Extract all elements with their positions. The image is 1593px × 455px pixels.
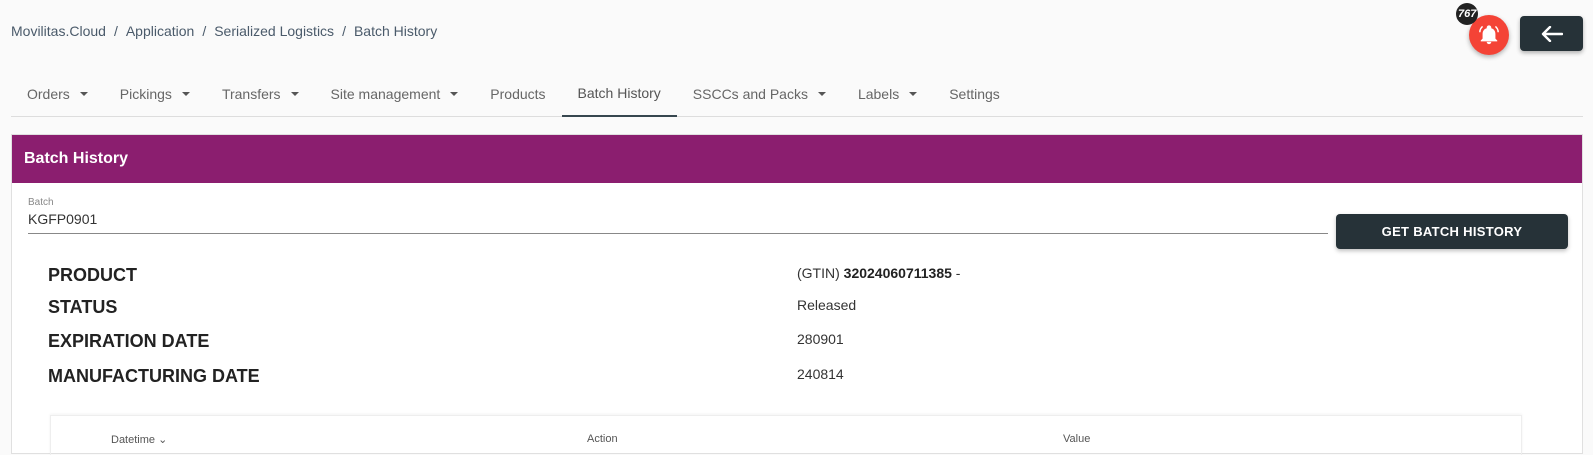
breadcrumb-separator: / xyxy=(202,23,207,39)
product-value: (GTIN) 32024060711385 - xyxy=(797,265,960,281)
caret-down-icon xyxy=(181,91,190,96)
breadcrumb-separator: / xyxy=(113,23,118,39)
caret-down-icon xyxy=(290,91,299,96)
breadcrumb-item-serialized-logistics[interactable]: Serialized Logistics xyxy=(214,23,334,39)
tab-label: Pickings xyxy=(119,85,172,102)
product-suffix: - xyxy=(955,265,961,281)
tab-label: Orders xyxy=(27,85,70,102)
tab-products[interactable]: Products xyxy=(474,70,561,117)
breadcrumb-item-batch-history: Batch History xyxy=(353,23,438,39)
manufacturing-date-value: 240814 xyxy=(797,366,844,382)
tab-label: Settings xyxy=(949,85,1000,102)
tab-label: Labels xyxy=(857,85,900,102)
caret-down-icon xyxy=(79,91,88,96)
tab-label: Site management xyxy=(330,85,441,102)
tab-settings[interactable]: Settings xyxy=(933,70,1016,117)
status-label: STATUS xyxy=(48,297,118,317)
status-value: Released xyxy=(797,297,857,313)
tab-ssccs-and-packs[interactable]: SSCCs and Packs xyxy=(677,70,842,117)
tab-batch-history[interactable]: Batch History xyxy=(561,70,677,117)
breadcrumb-separator: / xyxy=(342,23,346,39)
batch-history-card: Batch History Batch KGFP0901 GET BATCH H… xyxy=(11,134,1583,455)
get-batch-history-button[interactable]: GET BATCH HISTORY xyxy=(1336,214,1568,249)
tab-labels[interactable]: Labels xyxy=(842,70,933,117)
breadcrumb-item-home[interactable]: Movilitas.Cloud xyxy=(11,23,106,39)
batch-field-label: Batch xyxy=(28,197,54,208)
caret-down-icon xyxy=(909,91,918,96)
product-label: PRODUCT xyxy=(48,265,137,285)
card-title: Batch History xyxy=(12,135,1582,183)
bell-icon xyxy=(1479,25,1499,45)
column-header-value[interactable]: Value xyxy=(1063,433,1090,445)
product-gtin: 32024060711385 xyxy=(843,265,952,281)
tab-pickings[interactable]: Pickings xyxy=(104,70,206,117)
tab-transfers[interactable]: Transfers xyxy=(206,70,315,117)
batch-field-value[interactable]: KGFP0901 xyxy=(28,211,1328,227)
column-header-action[interactable]: Action xyxy=(587,433,618,445)
expiration-date-value: 280901 xyxy=(797,331,844,347)
arrow-left-icon xyxy=(1541,25,1563,42)
column-header-datetime[interactable]: Datetime ⌄ xyxy=(111,433,167,446)
tab-orders[interactable]: Orders xyxy=(11,70,104,117)
tab-label: Products xyxy=(490,85,546,102)
expiration-date-label: EXPIRATION DATE xyxy=(48,331,210,351)
manufacturing-date-label: MANUFACTURING DATE xyxy=(48,366,260,386)
tab-label: SSCCs and Packs xyxy=(692,85,808,102)
caret-down-icon xyxy=(817,91,826,96)
tab-label: Transfers xyxy=(221,85,281,102)
batch-field[interactable]: Batch KGFP0901 xyxy=(28,197,1328,234)
caret-down-icon xyxy=(450,91,459,96)
nav-tabs: Orders Pickings Transfers Site managemen… xyxy=(11,70,1583,117)
product-gtin-prefix: (GTIN) xyxy=(797,265,840,281)
tab-label: Batch History xyxy=(577,84,661,101)
breadcrumb: Movilitas.Cloud / Application / Serializ… xyxy=(11,23,437,39)
batch-history-table: Datetime ⌄ Action Value xyxy=(50,415,1522,455)
back-button[interactable] xyxy=(1520,16,1583,51)
breadcrumb-item-application[interactable]: Application xyxy=(126,23,195,39)
tab-site-management[interactable]: Site management xyxy=(315,70,475,117)
